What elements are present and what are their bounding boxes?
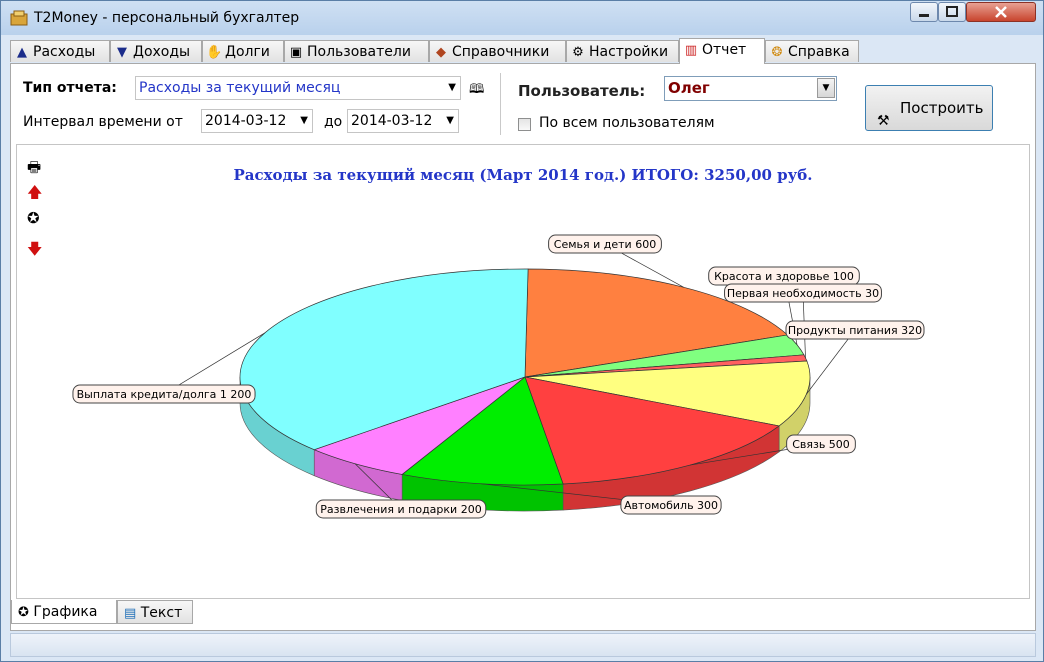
to-label: до	[324, 114, 343, 130]
window-title: T2Money - персональный бухгалтер	[34, 10, 300, 26]
title-bar: T2Money - персональный бухгалтер	[1, 1, 1043, 35]
expense-arrow-icon: ▲	[17, 45, 27, 60]
main-tabs: ▲ Расходы ▼ Доходы ✋ Долги ▣ Пользователи ◆ С…	[10, 38, 1036, 64]
tab-text-label: Текст	[140, 605, 183, 621]
tab-expenses[interactable]: ▲ Расходы	[10, 40, 110, 62]
divider	[500, 73, 501, 135]
tab-graphics-label: Графика	[33, 604, 98, 620]
data-label: Связь 500	[792, 438, 850, 451]
user-value: Олег	[668, 79, 710, 97]
book-icon[interactable]: 🕮	[469, 80, 484, 102]
all-users-checkbox[interactable]	[518, 118, 531, 131]
pie-chart: Семья и дети 600 Красота и здоровье 100 Пе…	[72, 234, 925, 519]
settings-icon: ⚙	[572, 45, 584, 60]
tab-label: Отчет	[702, 42, 747, 58]
date-from-value: 2014-03-12	[205, 113, 287, 129]
data-label: Красота и здоровье 100	[714, 270, 854, 283]
text-doc-icon: ▤	[124, 606, 137, 621]
chevron-down-icon: ▼	[446, 115, 454, 126]
data-label: Семья и дети 600	[554, 238, 656, 251]
report-icon: ▥	[684, 43, 698, 58]
app-icon	[10, 10, 28, 26]
data-label: Автомобиль 300	[624, 499, 718, 512]
income-arrow-icon: ▼	[117, 45, 127, 60]
all-users-label: По всем пользователям	[539, 115, 715, 131]
label-leader-line	[806, 329, 856, 395]
tab-label: Пользователи	[307, 44, 411, 60]
maximize-icon	[946, 6, 958, 17]
build-button-label: Построить	[900, 99, 984, 117]
build-button[interactable]: ⚒ Построить	[865, 85, 993, 131]
chevron-down-icon: ▼	[448, 82, 456, 93]
data-label: Выплата кредита/долга 1 200	[77, 388, 252, 401]
user-select[interactable]: Олег ▼	[664, 76, 837, 101]
tab-income[interactable]: ▼ Доходы	[110, 40, 202, 62]
tab-users[interactable]: ▣ Пользователи	[284, 40, 429, 62]
close-icon	[995, 6, 1007, 18]
tab-label: Доходы	[133, 44, 191, 60]
close-button[interactable]	[966, 2, 1036, 22]
chart-icon: ✪	[18, 605, 29, 620]
data-label: Развлечения и подарки 200	[320, 503, 481, 516]
tab-settings[interactable]: ⚙ Настройки	[566, 40, 679, 62]
tab-label: Долги	[225, 44, 270, 60]
report-type-value: Расходы за текущий месяц	[139, 80, 341, 96]
report-type-label: Тип отчета:	[23, 80, 117, 96]
tab-label: Расходы	[33, 44, 96, 60]
maximize-button[interactable]	[938, 2, 966, 22]
tab-label: Справка	[788, 44, 850, 60]
date-to-value: 2014-03-12	[351, 113, 433, 129]
minimize-button[interactable]	[910, 2, 938, 22]
user-label: Пользователь:	[518, 82, 646, 100]
minimize-icon	[919, 14, 929, 17]
tab-label: Настройки	[589, 44, 669, 60]
status-bar	[10, 633, 1036, 657]
data-label: Продукты питания 320	[788, 324, 922, 337]
help-icon: ❂	[771, 45, 783, 60]
tab-graphics[interactable]: ✪ Графика	[11, 600, 117, 624]
tab-help[interactable]: ❂ Справка	[765, 40, 859, 62]
tab-report[interactable]: ▥ Отчет	[679, 38, 765, 64]
chevron-down-icon: ▼	[300, 115, 308, 126]
chevron-down-icon[interactable]: ▼	[817, 78, 835, 98]
directories-icon: ◆	[436, 45, 446, 60]
date-from-picker[interactable]: 2014-03-12 ▼	[201, 109, 313, 133]
debts-icon: ✋	[206, 45, 223, 60]
build-icon: ⚒	[877, 113, 890, 129]
data-label: Первая необходимость 30	[727, 287, 879, 300]
tab-label: Справочники	[452, 44, 550, 60]
interval-label: Интервал времени от	[23, 114, 183, 130]
report-panel: Тип отчета: Расходы за текущий месяц ▼ 🕮…	[10, 63, 1036, 631]
users-icon: ▣	[289, 45, 303, 60]
app-window: T2Money - персональный бухгалтер ▲ Расход…	[0, 0, 1044, 662]
report-type-select[interactable]: Расходы за текущий месяц ▼	[135, 76, 461, 100]
chart-area: 🖶 🡅 ✪ 🡇 Расходы за текущий месяц (Март 2…	[16, 144, 1030, 599]
tab-debts[interactable]: ✋ Долги	[202, 40, 284, 62]
tab-text[interactable]: ▤ Текст	[117, 600, 193, 624]
tab-directories[interactable]: ◆ Справочники	[429, 40, 566, 62]
date-to-picker[interactable]: 2014-03-12 ▼	[347, 109, 459, 133]
